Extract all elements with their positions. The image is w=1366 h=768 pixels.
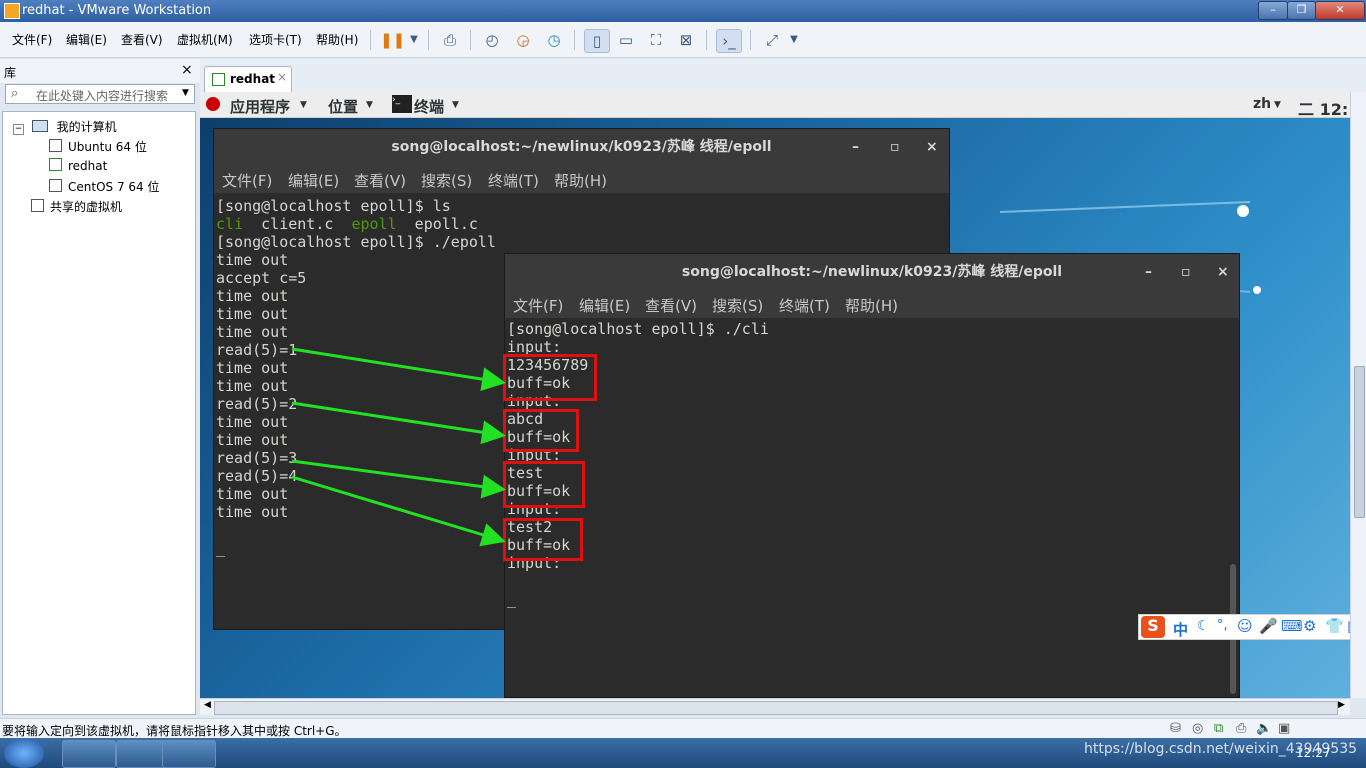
annotation-arrow: [291, 459, 506, 499]
microphone-icon[interactable]: 🎤: [1259, 617, 1278, 635]
taskbar-explorer-icon[interactable]: [62, 740, 116, 768]
punctuation-icon[interactable]: °,: [1217, 618, 1228, 633]
device-usb-icon[interactable]: ▣: [1278, 721, 1290, 736]
taskbar-vmware-icon[interactable]: [162, 740, 216, 768]
scroll-thumb[interactable]: [1354, 366, 1365, 518]
halfwidth-icon[interactable]: ☾: [1197, 618, 1210, 634]
status-text: 要将输入定向到该虚拟机，请将鼠标指针移入其中或按 Ctrl+G。: [2, 724, 347, 738]
annotation-arrows: [291, 347, 506, 547]
annotation-arrow: [291, 401, 506, 445]
sogou-logo-icon: S: [1141, 616, 1165, 638]
device-sound-icon[interactable]: 🔈: [1256, 721, 1272, 736]
device-hdd-icon[interactable]: ⛁: [1170, 721, 1181, 736]
scroll-right-icon[interactable]: ▶: [1338, 700, 1345, 710]
vertical-scrollbar[interactable]: [1350, 92, 1366, 698]
emoji-icon[interactable]: ☺: [1237, 617, 1253, 635]
device-network-icon[interactable]: ⧉: [1214, 721, 1223, 736]
skin-icon[interactable]: 👕: [1325, 617, 1344, 635]
horizontal-scrollbar[interactable]: ◀ ▶: [200, 698, 1350, 715]
scroll-thumb[interactable]: [214, 701, 1338, 715]
status-bar: 要将输入定向到该虚拟机，请将鼠标指针移入其中或按 Ctrl+G。 ⛁ ◎ ⧉ ⎙…: [0, 718, 1366, 738]
toolbox-icon[interactable]: ⚙: [1303, 617, 1316, 635]
start-button[interactable]: [4, 738, 44, 768]
ime-toolbar[interactable]: S 中 ☾ °, ☺ 🎤 ⌨ ⚙ 👕 ▦: [1138, 614, 1366, 640]
keyboard-icon[interactable]: ⌨: [1281, 617, 1303, 635]
device-cd-icon[interactable]: ◎: [1192, 721, 1203, 736]
annotation-arrow: [291, 347, 506, 392]
annotation-arrow: [291, 475, 506, 547]
scroll-left-icon[interactable]: ◀: [204, 700, 211, 710]
ime-mode[interactable]: 中: [1173, 619, 1188, 640]
device-printer-icon[interactable]: ⎙: [1236, 721, 1246, 736]
watermark-text: https://blog.csdn.net/weixin_43949535: [1084, 741, 1358, 757]
